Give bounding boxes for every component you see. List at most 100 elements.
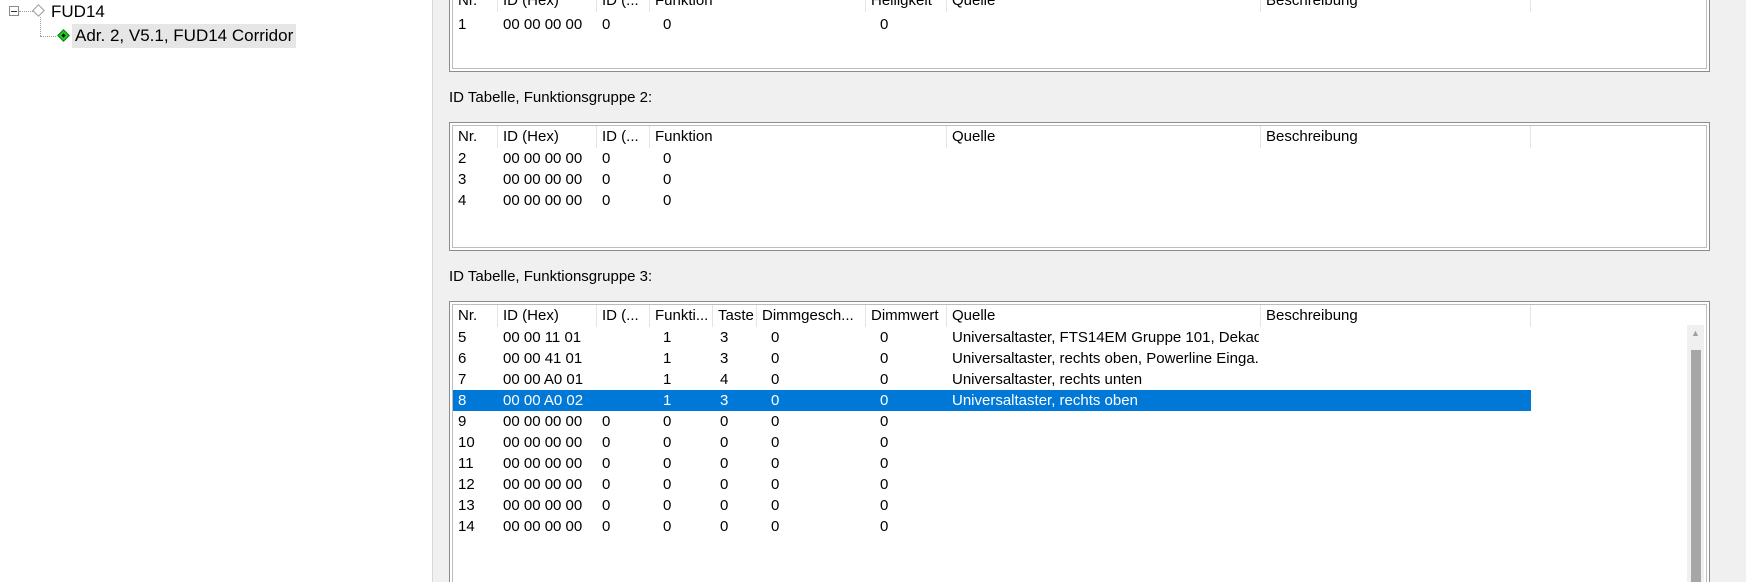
column-header[interactable]: Beschreibung	[1261, 0, 1531, 12]
table-row[interactable]: 5 00 00 11 01 1 3 0 0 Universaltaster, FTS14EM…	[453, 327, 1531, 348]
cell-id-hex: 00 00 00 00	[503, 16, 583, 33]
cell-taste: 3	[720, 392, 729, 409]
cell-taste: 0	[720, 455, 729, 472]
cell-id-hex: 00 00 A0 02	[503, 392, 584, 409]
tree-connector	[40, 36, 56, 37]
cell-dimmwert: 0	[880, 350, 889, 367]
cell-taste: 0	[720, 476, 729, 493]
column-header[interactable]: Nr.	[453, 0, 498, 12]
cell-funktion: 0	[663, 497, 672, 514]
column-header[interactable]: Dimmwert	[866, 305, 947, 327]
cell-beschreibung	[1261, 390, 1531, 411]
cell-taste: 0	[720, 518, 729, 535]
cell-id: 0	[602, 434, 611, 451]
cell-dimmgeschwindigkeit: 0	[771, 413, 780, 430]
cell-funktion: 0	[663, 150, 672, 167]
cell-id-hex: 00 00 11 01	[503, 329, 582, 346]
cell-id	[597, 327, 650, 348]
table-row[interactable]: 3 00 00 00 00 0 0	[453, 169, 1531, 190]
cell-nr: 8	[458, 392, 467, 409]
table-row[interactable]: 13 00 00 00 00 0 0 0 0 0	[453, 495, 1531, 516]
column-header[interactable]: ID (...	[597, 0, 650, 12]
cell-id: 0	[602, 16, 611, 33]
table-header: Nr. ID (Hex) ID (... Funktion Quelle Bes…	[453, 126, 1706, 148]
column-header[interactable]: Nr.	[453, 305, 498, 327]
table-row[interactable]: 12 00 00 00 00 0 0 0 0 0	[453, 474, 1531, 495]
tree-connector	[19, 11, 33, 12]
device-tree[interactable]: FUD14 Adr. 2, V5.1, FUD14 Corridor	[0, 0, 432, 582]
active-device-icon	[57, 29, 70, 42]
column-header[interactable]: ID (Hex)	[498, 0, 597, 12]
cell-taste: 0	[720, 434, 729, 451]
column-header[interactable]: Quelle	[947, 0, 1261, 12]
device-icon	[32, 4, 45, 17]
cell-beschreibung	[1261, 453, 1531, 474]
cell-dimmgeschwindigkeit: 0	[771, 392, 780, 409]
cell-dimmwert: 0	[880, 434, 889, 451]
table-row[interactable]: 1 00 00 00 00 0 0 0	[453, 14, 1531, 35]
column-header[interactable]: Helligkeit	[866, 0, 947, 12]
table-header: Nr. ID (Hex) ID (... Funkti... Taste Dim…	[453, 305, 1706, 327]
table-body: Nr. ID (Hex) ID (... Funktion Helligkeit…	[452, 0, 1707, 69]
cell-dimmwert: 0	[880, 518, 889, 535]
id-table-group-3[interactable]: Nr. ID (Hex) ID (... Funkti... Taste Dim…	[449, 301, 1710, 582]
table-row[interactable]: 7 00 00 A0 01 1 4 0 0 Universaltaster, rechts …	[453, 369, 1531, 390]
cell-nr: 4	[458, 192, 467, 209]
cell-dimmgeschwindigkeit: 0	[771, 371, 780, 388]
column-header[interactable]: Nr.	[453, 126, 498, 148]
scroll-thumb[interactable]	[1691, 350, 1701, 582]
column-header[interactable]: ID (...	[597, 126, 650, 148]
cell-id-hex: 00 00 A0 01	[503, 371, 584, 388]
cell-funktion: 0	[663, 16, 672, 33]
table-row[interactable]: 4 00 00 00 00 0 0	[453, 190, 1531, 211]
id-table-group-1[interactable]: Nr. ID (Hex) ID (... Funktion Helligkeit…	[449, 0, 1710, 72]
cell-id-hex: 00 00 00 00	[503, 192, 583, 209]
cell-nr: 2	[458, 150, 467, 167]
cell-dimmgeschwindigkeit: 0	[771, 434, 780, 451]
column-header[interactable]: ID (...	[597, 305, 650, 327]
table-row[interactable]: 6 00 00 41 01 1 3 0 0 Universaltaster, rechts …	[453, 348, 1531, 369]
vertical-scrollbar[interactable]: ▲	[1687, 325, 1704, 582]
cell-id: 0	[602, 455, 611, 472]
column-header[interactable]: Taste	[713, 305, 757, 327]
collapse-toggle[interactable]	[9, 6, 19, 16]
column-header[interactable]: Beschreibung	[1261, 305, 1531, 327]
cell-taste: 3	[720, 329, 729, 346]
cell-id-hex: 00 00 00 00	[503, 497, 583, 514]
table-row[interactable]: 14 00 00 00 00 0 0 0 0 0	[453, 516, 1531, 537]
cell-dimmwert: 0	[880, 455, 889, 472]
cell-dimmgeschwindigkeit: 0	[771, 497, 780, 514]
cell-nr: 1	[458, 16, 467, 33]
cell-funktion: 0	[663, 413, 672, 430]
cell-id-hex: 00 00 00 00	[503, 476, 583, 493]
cell-beschreibung	[1261, 327, 1531, 348]
column-header[interactable]: ID (Hex)	[498, 305, 597, 327]
table-row[interactable]: 8 00 00 A0 02 1 3 0 0 Universaltaster, rechts …	[453, 390, 1531, 411]
group-2-title: ID Tabelle, Funktionsgruppe 2:	[449, 89, 653, 106]
cell-quelle: Universaltaster, rechts unten	[952, 371, 1143, 388]
table-row[interactable]: 11 00 00 00 00 0 0 0 0 0	[453, 453, 1531, 474]
column-header[interactable]: Quelle	[947, 126, 1261, 148]
column-header[interactable]: Beschreibung	[1261, 126, 1531, 148]
table-row[interactable]: 10 00 00 00 00 0 0 0 0 0	[453, 432, 1531, 453]
cell-nr: 9	[458, 413, 467, 430]
column-header[interactable]: Funktion	[650, 126, 947, 148]
id-table-group-2[interactable]: Nr. ID (Hex) ID (... Funktion Quelle Bes…	[449, 122, 1710, 251]
column-header[interactable]: Funkti...	[650, 305, 713, 327]
cell-quelle: Universaltaster, rechts oben, Powerline …	[952, 350, 1259, 367]
tree-item-child-label: Adr. 2, V5.1, FUD14 Corridor	[72, 24, 297, 48]
column-header[interactable]: Funktion	[650, 0, 866, 12]
table-body: Nr. ID (Hex) ID (... Funkti... Taste Dim…	[452, 304, 1707, 582]
cell-id-hex: 00 00 00 00	[503, 434, 583, 451]
cell-id: 0	[602, 171, 611, 188]
cell-funktion: 0	[663, 455, 672, 472]
scroll-up-arrow-icon[interactable]: ▲	[1687, 325, 1704, 342]
column-header[interactable]: ID (Hex)	[498, 126, 597, 148]
column-header[interactable]: Dimmgesch...	[757, 305, 866, 327]
table-row[interactable]: 9 00 00 00 00 0 0 0 0 0	[453, 411, 1531, 432]
tree-item-device-label: FUD14	[51, 2, 105, 21]
column-header[interactable]: Quelle	[947, 305, 1261, 327]
cell-id-hex: 00 00 00 00	[503, 150, 583, 167]
cell-id	[597, 390, 650, 411]
table-row[interactable]: 2 00 00 00 00 0 0	[453, 148, 1531, 169]
